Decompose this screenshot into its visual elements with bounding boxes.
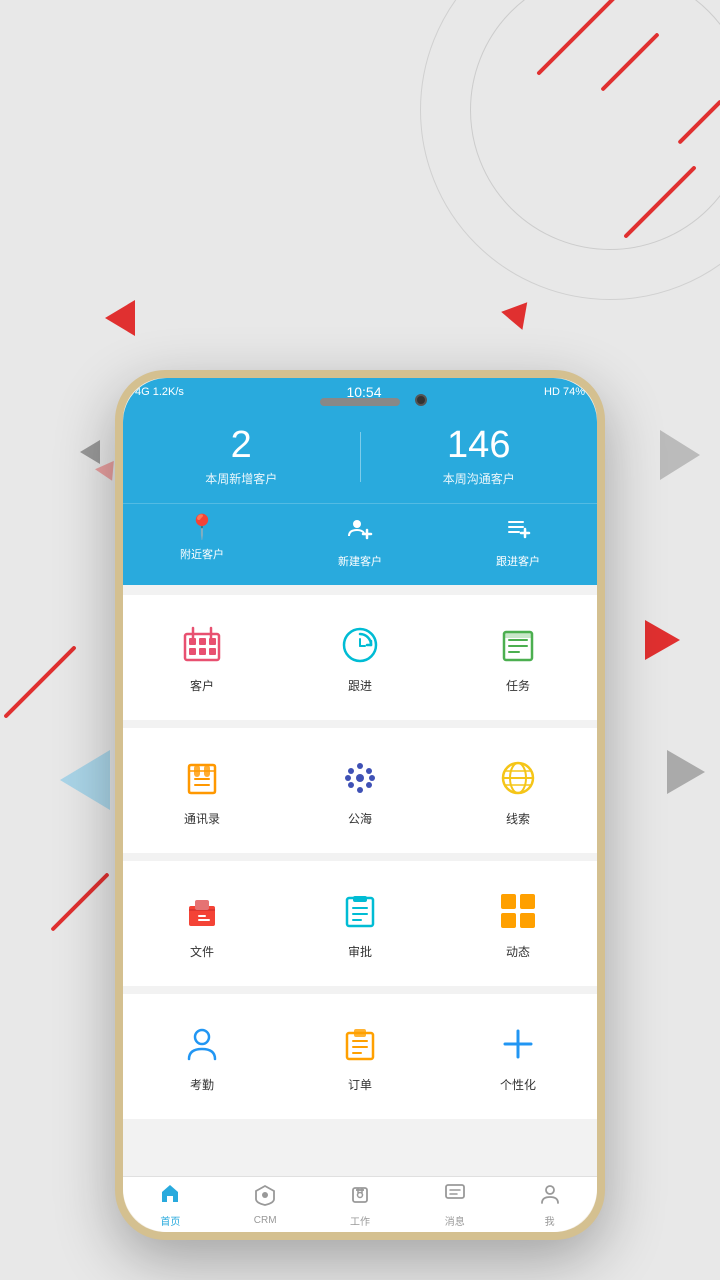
quick-nearby[interactable]: 📍 附近客户 [123,516,281,569]
crm-icon [254,1184,276,1212]
grid-item-leads[interactable]: 线索 [439,746,597,835]
status-left: 4G 1.2K/s [135,386,184,398]
leads-icon [494,754,542,802]
stat-new-label: 本周新增客户 [123,470,360,487]
follow-label: 跟进客户 [496,553,540,569]
leads-label: 线索 [506,810,530,827]
nav-message[interactable]: 消息 [407,1177,502,1232]
grid-item-dynamic[interactable]: 动态 [439,879,597,968]
bottom-nav: 首页 CRM [123,1176,597,1232]
attendance-icon [178,1020,226,1068]
order-icon [336,1020,384,1068]
status-right: HD 74% [544,386,585,398]
nav-work[interactable]: 工作 [313,1177,408,1232]
main-grid: 客户 跟进 [123,585,597,1176]
me-nav-label: 我 [545,1213,555,1228]
grid-section-2: 通讯录 [123,728,597,853]
message-nav-label: 消息 [445,1213,465,1228]
customize-icon [494,1020,542,1068]
me-icon [539,1182,561,1210]
customer-label: 客户 [190,677,214,694]
approve-icon [336,887,384,935]
task-icon [494,621,542,669]
grid-item-attendance[interactable]: 考勤 [123,1012,281,1101]
grid-item-task[interactable]: 任务 [439,613,597,702]
crm-nav-label: CRM [254,1215,277,1226]
grid-section-4: 考勤 订单 [123,994,597,1119]
battery-indicator: HD 74% [544,386,585,398]
grid-item-followup[interactable]: 跟进 [281,613,439,702]
public-icon [336,754,384,802]
new-customer-label: 新建客户 [338,553,382,569]
work-nav-label: 工作 [350,1213,370,1228]
public-label: 公海 [348,810,372,827]
quick-follow[interactable]: 跟进客户 [439,516,597,569]
nav-crm[interactable]: CRM [218,1177,313,1232]
grid-item-contacts[interactable]: 通讯录 [123,746,281,835]
nearby-icon: 📍 [187,516,217,540]
grid-section-3: 文件 审批 [123,861,597,986]
contacts-icon [178,754,226,802]
grid-section-1: 客户 跟进 [123,595,597,720]
files-icon [178,887,226,935]
home-icon [159,1182,181,1210]
contacts-label: 通讯录 [184,810,220,827]
stat-contact-number: 146 [361,426,598,464]
task-label: 任务 [506,677,530,694]
nav-home[interactable]: 首页 [123,1177,218,1232]
network-indicator: 4G 1.2K/s [135,386,184,398]
quick-new-customer[interactable]: 新建客户 [281,516,439,569]
stat-contact-customers: 146 本周沟通客户 [361,426,598,487]
grid-row-3: 文件 审批 [123,871,597,976]
work-icon [349,1182,371,1210]
follow-icon [505,516,531,547]
stat-new-customers: 2 本周新增客户 [123,426,360,487]
home-nav-label: 首页 [160,1213,180,1228]
dynamic-icon [494,887,542,935]
grid-item-customer[interactable]: 客户 [123,613,281,702]
files-label: 文件 [190,943,214,960]
attendance-label: 考勤 [190,1076,214,1093]
grid-item-files[interactable]: 文件 [123,879,281,968]
grid-item-customize[interactable]: 个性化 [439,1012,597,1101]
grid-item-approve[interactable]: 审批 [281,879,439,968]
grid-row-4: 考勤 订单 [123,1004,597,1109]
approve-label: 审批 [348,943,372,960]
stat-contact-label: 本周沟通客户 [361,470,598,487]
nav-me[interactable]: 我 [502,1177,597,1232]
grid-row-2: 通讯录 [123,738,597,843]
grid-item-public[interactable]: 公海 [281,746,439,835]
customer-icon [178,621,226,669]
quick-actions: 📍 附近客户 新建客户 [123,503,597,585]
followup-label: 跟进 [348,677,372,694]
message-icon [444,1182,466,1210]
grid-row-1: 客户 跟进 [123,605,597,710]
nearby-label: 附近客户 [180,546,224,562]
grid-item-order[interactable]: 订单 [281,1012,439,1101]
dynamic-label: 动态 [506,943,530,960]
header-stats: 2 本周新增客户 146 本周沟通客户 [123,406,597,503]
order-label: 订单 [348,1076,372,1093]
followup-icon [336,621,384,669]
stat-new-number: 2 [123,426,360,464]
new-customer-icon [347,516,373,547]
customize-label: 个性化 [500,1076,536,1093]
